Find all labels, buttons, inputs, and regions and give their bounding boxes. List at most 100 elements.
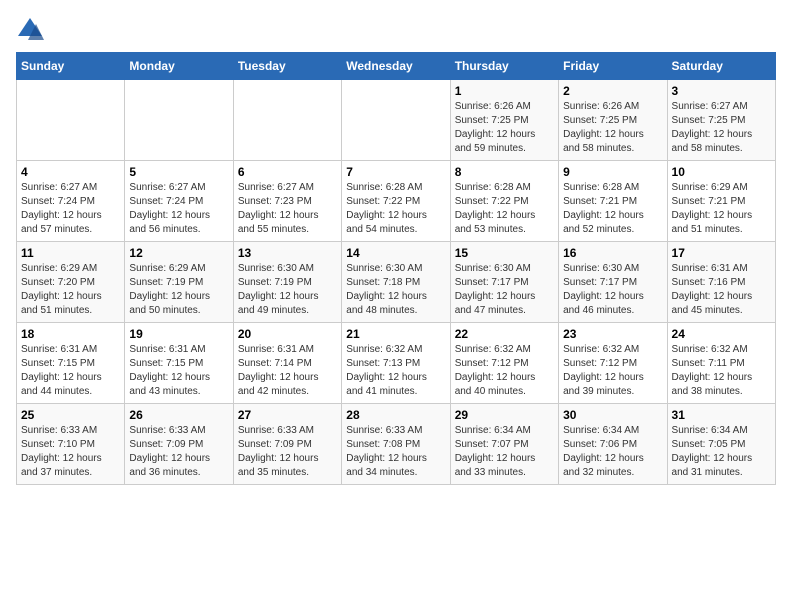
day-info: Sunrise: 6:34 AM Sunset: 7:05 PM Dayligh… [672,424,771,480]
day-info: Sunrise: 6:33 AM Sunset: 7:09 PM Dayligh… [129,424,228,480]
day-info: Sunrise: 6:29 AM Sunset: 7:20 PM Dayligh… [21,262,120,318]
day-number: 31 [672,408,771,422]
day-info: Sunrise: 6:30 AM Sunset: 7:19 PM Dayligh… [238,262,337,318]
day-info: Sunrise: 6:29 AM Sunset: 7:19 PM Dayligh… [129,262,228,318]
day-number: 6 [238,165,337,179]
day-info: Sunrise: 6:30 AM Sunset: 7:18 PM Dayligh… [346,262,445,318]
calendar-cell [342,80,450,161]
day-info: Sunrise: 6:28 AM Sunset: 7:22 PM Dayligh… [455,181,554,237]
calendar-cell: 20 Sunrise: 6:31 AM Sunset: 7:14 PM Dayli… [233,323,341,404]
day-info: Sunrise: 6:26 AM Sunset: 7:25 PM Dayligh… [455,100,554,156]
day-number: 29 [455,408,554,422]
calendar-cell: 4 Sunrise: 6:27 AM Sunset: 7:24 PM Daylig… [17,161,125,242]
weekday-header-thursday: Thursday [450,53,558,80]
calendar-cell: 24 Sunrise: 6:32 AM Sunset: 7:11 PM Dayli… [667,323,775,404]
logo [16,16,48,44]
day-info: Sunrise: 6:31 AM Sunset: 7:14 PM Dayligh… [238,343,337,399]
day-info: Sunrise: 6:31 AM Sunset: 7:16 PM Dayligh… [672,262,771,318]
calendar-cell: 23Sunrise: 6:32 AM Sunset: 7:12 PM Dayli… [559,323,667,404]
day-number: 27 [238,408,337,422]
calendar-cell [125,80,233,161]
calendar-cell: 31 Sunrise: 6:34 AM Sunset: 7:05 PM Dayli… [667,404,775,485]
calendar-cell: 21 Sunrise: 6:32 AM Sunset: 7:13 PM Dayli… [342,323,450,404]
day-number: 10 [672,165,771,179]
day-info: Sunrise: 6:34 AM Sunset: 7:07 PM Dayligh… [455,424,554,480]
day-number: 8 [455,165,554,179]
calendar-cell: 18 Sunrise: 6:31 AM Sunset: 7:15 PM Dayli… [17,323,125,404]
day-info: Sunrise: 6:27 AM Sunset: 7:24 PM Dayligh… [129,181,228,237]
calendar-cell: 11 Sunrise: 6:29 AM Sunset: 7:20 PM Dayli… [17,242,125,323]
logo-icon [16,16,44,44]
day-info: Sunrise: 6:33 AM Sunset: 7:09 PM Dayligh… [238,424,337,480]
day-number: 9 [563,165,662,179]
day-info: Sunrise: 6:32 AM Sunset: 7:11 PM Dayligh… [672,343,771,399]
day-number: 3 [672,84,771,98]
calendar-cell: 27 Sunrise: 6:33 AM Sunset: 7:09 PM Dayli… [233,404,341,485]
day-info: Sunrise: 6:27 AM Sunset: 7:25 PM Dayligh… [672,100,771,156]
calendar-cell: 8 Sunrise: 6:28 AM Sunset: 7:22 PM Daylig… [450,161,558,242]
week-row-1: 1 Sunrise: 6:26 AM Sunset: 7:25 PM Daylig… [17,80,776,161]
day-info: Sunrise: 6:27 AM Sunset: 7:23 PM Dayligh… [238,181,337,237]
week-row-5: 25 Sunrise: 6:33 AM Sunset: 7:10 PM Dayli… [17,404,776,485]
calendar-cell: 3 Sunrise: 6:27 AM Sunset: 7:25 PM Daylig… [667,80,775,161]
day-info: Sunrise: 6:28 AM Sunset: 7:21 PM Dayligh… [563,181,662,237]
calendar-cell: 7Sunrise: 6:28 AM Sunset: 7:22 PM Daylig… [342,161,450,242]
calendar-cell: 25 Sunrise: 6:33 AM Sunset: 7:10 PM Dayli… [17,404,125,485]
day-info: Sunrise: 6:31 AM Sunset: 7:15 PM Dayligh… [129,343,228,399]
day-number: 12 [129,246,228,260]
calendar-cell: 26 Sunrise: 6:33 AM Sunset: 7:09 PM Dayli… [125,404,233,485]
calendar-cell: 28 Sunrise: 6:33 AM Sunset: 7:08 PM Dayli… [342,404,450,485]
day-info: Sunrise: 6:34 AM Sunset: 7:06 PM Dayligh… [563,424,662,480]
calendar-cell: 30 Sunrise: 6:34 AM Sunset: 7:06 PM Dayli… [559,404,667,485]
day-number: 1 [455,84,554,98]
calendar-cell: 10 Sunrise: 6:29 AM Sunset: 7:21 PM Dayli… [667,161,775,242]
day-number: 30 [563,408,662,422]
weekday-header-tuesday: Tuesday [233,53,341,80]
day-info: Sunrise: 6:28 AM Sunset: 7:22 PM Dayligh… [346,181,445,237]
day-number: 21 [346,327,445,341]
day-info: Sunrise: 6:31 AM Sunset: 7:15 PM Dayligh… [21,343,120,399]
day-info: Sunrise: 6:32 AM Sunset: 7:12 PM Dayligh… [563,343,662,399]
day-info: Sunrise: 6:27 AM Sunset: 7:24 PM Dayligh… [21,181,120,237]
day-number: 14 [346,246,445,260]
week-row-2: 4 Sunrise: 6:27 AM Sunset: 7:24 PM Daylig… [17,161,776,242]
day-info: Sunrise: 6:29 AM Sunset: 7:21 PM Dayligh… [672,181,771,237]
day-info: Sunrise: 6:33 AM Sunset: 7:10 PM Dayligh… [21,424,120,480]
day-number: 4 [21,165,120,179]
calendar-cell [17,80,125,161]
day-number: 17 [672,246,771,260]
day-info: Sunrise: 6:30 AM Sunset: 7:17 PM Dayligh… [563,262,662,318]
day-number: 2 [563,84,662,98]
weekday-header-friday: Friday [559,53,667,80]
weekday-header-sunday: Sunday [17,53,125,80]
day-number: 15 [455,246,554,260]
weekday-header-monday: Monday [125,53,233,80]
calendar-cell: 22Sunrise: 6:32 AM Sunset: 7:12 PM Dayli… [450,323,558,404]
day-number: 20 [238,327,337,341]
day-info: Sunrise: 6:33 AM Sunset: 7:08 PM Dayligh… [346,424,445,480]
calendar-cell: 29 Sunrise: 6:34 AM Sunset: 7:07 PM Dayli… [450,404,558,485]
day-number: 24 [672,327,771,341]
weekday-header-row: SundayMondayTuesdayWednesdayThursdayFrid… [17,53,776,80]
calendar-cell: 14 Sunrise: 6:30 AM Sunset: 7:18 PM Dayli… [342,242,450,323]
day-number: 25 [21,408,120,422]
day-info: Sunrise: 6:30 AM Sunset: 7:17 PM Dayligh… [455,262,554,318]
day-number: 19 [129,327,228,341]
day-number: 26 [129,408,228,422]
calendar-cell: 5 Sunrise: 6:27 AM Sunset: 7:24 PM Daylig… [125,161,233,242]
day-number: 22 [455,327,554,341]
calendar-cell: 1 Sunrise: 6:26 AM Sunset: 7:25 PM Daylig… [450,80,558,161]
calendar-table: SundayMondayTuesdayWednesdayThursdayFrid… [16,52,776,485]
day-number: 18 [21,327,120,341]
calendar-cell: 17 Sunrise: 6:31 AM Sunset: 7:16 PM Dayli… [667,242,775,323]
calendar-cell: 2Sunrise: 6:26 AM Sunset: 7:25 PM Daylig… [559,80,667,161]
calendar-cell: 12 Sunrise: 6:29 AM Sunset: 7:19 PM Dayli… [125,242,233,323]
day-number: 5 [129,165,228,179]
calendar-cell: 13 Sunrise: 6:30 AM Sunset: 7:19 PM Dayli… [233,242,341,323]
day-number: 11 [21,246,120,260]
day-info: Sunrise: 6:32 AM Sunset: 7:13 PM Dayligh… [346,343,445,399]
day-number: 28 [346,408,445,422]
calendar-cell: 19 Sunrise: 6:31 AM Sunset: 7:15 PM Dayli… [125,323,233,404]
calendar-cell [233,80,341,161]
day-number: 13 [238,246,337,260]
